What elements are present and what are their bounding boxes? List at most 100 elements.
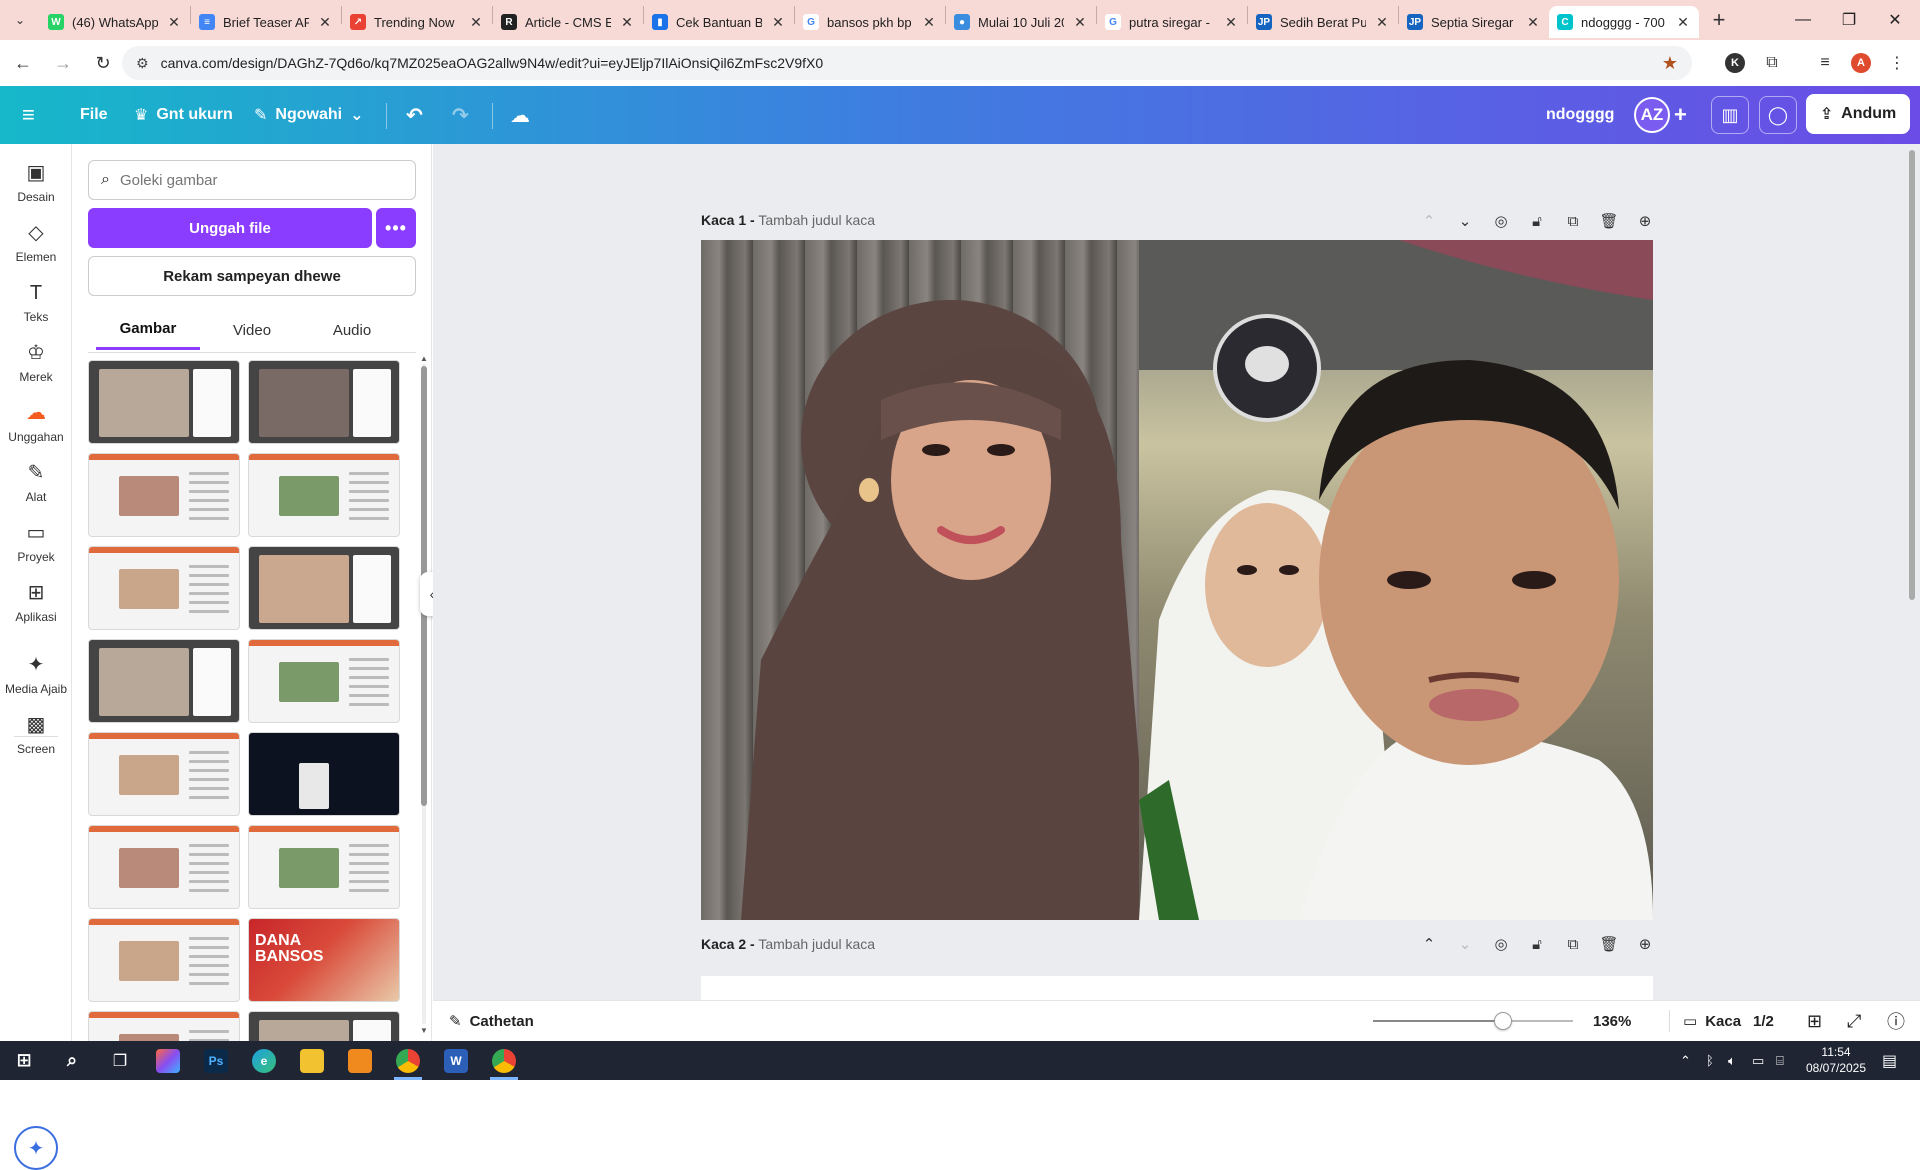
add-page-icon[interactable]: ⊕	[1631, 930, 1659, 958]
browser-tab[interactable]: R Article - CMS E ✕	[493, 6, 643, 38]
browser-tab[interactable]: ↗ Trending Now ✕	[342, 6, 492, 38]
design-name[interactable]: ndogggg	[1546, 86, 1614, 144]
undo-icon[interactable]: ↶	[406, 86, 423, 144]
invite-plus-icon[interactable]: +	[1674, 86, 1687, 144]
edit-mode-dropdown[interactable]: ✎ Ngowahi ⌄	[254, 86, 363, 144]
tab-audio[interactable]: Audio	[312, 310, 392, 350]
uploaded-image-thumb[interactable]	[248, 825, 400, 909]
app-orange-icon[interactable]	[336, 1041, 384, 1080]
cloud-save-icon[interactable]: ☁	[510, 86, 530, 144]
browser-tab[interactable]: ▮ Cek Bantuan B ✕	[644, 6, 794, 38]
uploaded-image-thumb[interactable]	[248, 732, 400, 816]
tab-close-icon[interactable]: ✕	[1223, 14, 1239, 31]
file-menu[interactable]: File	[80, 86, 108, 144]
reload-icon[interactable]: ↻	[86, 46, 120, 80]
back-icon[interactable]: ←	[6, 46, 40, 80]
move-up-icon[interactable]: ⌃	[1415, 207, 1443, 235]
menu-icon[interactable]: ≡	[22, 86, 35, 144]
uploaded-image-thumb[interactable]: DANA BANSOS	[248, 918, 400, 1002]
word-icon[interactable]: W	[432, 1041, 480, 1080]
move-down-icon[interactable]: ⌄	[1451, 930, 1479, 958]
comments-icon[interactable]: ◯	[1759, 96, 1797, 134]
record-yourself-button[interactable]: Rekam sampeyan dhewe	[88, 256, 416, 296]
browser-tab[interactable]: Gputra siregar - ✕	[1097, 6, 1247, 38]
user-avatar[interactable]: AZ	[1634, 97, 1670, 133]
bookmark-star-icon[interactable]: ★	[1662, 53, 1678, 74]
chrome-profile-icon[interactable]	[480, 1041, 528, 1080]
search-input[interactable]	[119, 171, 390, 189]
zoom-knob[interactable]	[1494, 1012, 1512, 1030]
rail-item-alat[interactable]: ✎ Alat	[0, 452, 72, 514]
delete-page-icon[interactable]: 🗑︎	[1595, 207, 1623, 235]
hide-page-icon[interactable]: ◎	[1487, 207, 1515, 235]
bluetooth-icon[interactable]: ᛒ	[1706, 1041, 1714, 1080]
resize-button[interactable]: ♛ Gnt ukurn	[134, 86, 233, 144]
tab-close-icon[interactable]: ✕	[1525, 14, 1541, 31]
extensions-icon[interactable]: ⧉	[1757, 48, 1787, 78]
new-tab-button[interactable]: +	[1703, 4, 1735, 36]
magic-assistant-icon[interactable]: ✦	[14, 1126, 58, 1170]
tab-images[interactable]: Gambar	[96, 310, 200, 350]
browser-tab[interactable]: W (46) WhatsApp ✕	[40, 6, 190, 38]
pages-button[interactable]: ▭ Kaca	[1683, 1001, 1741, 1041]
rail-item-screen[interactable]: ▩ Screen	[0, 704, 72, 766]
uploaded-image-thumb[interactable]	[88, 918, 240, 1002]
copilot-icon[interactable]	[144, 1041, 192, 1080]
browser-tab[interactable]: JP Septia Siregar ✕	[1399, 6, 1549, 38]
uploaded-image-thumb[interactable]	[88, 732, 240, 816]
more-options-button[interactable]: •••	[376, 208, 416, 248]
close-window-icon[interactable]: ✕	[1872, 0, 1918, 40]
browser-tab[interactable]: Cndogggg - 700 ✕	[1549, 6, 1699, 38]
add-page-icon[interactable]: ⊕	[1631, 207, 1659, 235]
browser-menu-icon[interactable]: ⋮	[1882, 48, 1912, 78]
browser-tab[interactable]: JP Sedih Berat Pu ✕	[1248, 6, 1398, 38]
browser-tab[interactable]: Gbansos pkh bp ✕	[795, 6, 945, 38]
canvas-scrollbar[interactable]	[1909, 150, 1915, 600]
tab-close-icon[interactable]: ✕	[1072, 14, 1088, 31]
address-bar[interactable]: ⚙ canva.com/design/DAGhZ-7Qd6o/kq7MZ025e…	[122, 46, 1692, 80]
restore-icon[interactable]: ❐	[1826, 0, 1872, 40]
lock-icon[interactable]: 🔓︎	[1523, 207, 1551, 235]
rail-item-teks[interactable]: T Teks	[0, 272, 72, 334]
uploaded-image-thumb[interactable]	[88, 360, 240, 444]
rail-item-media-ajaib[interactable]: ✦ Media Ajaib	[0, 644, 72, 706]
redo-icon[interactable]: ↷	[452, 86, 469, 144]
page-2-title[interactable]: Kaca 2 - Tambah judul kaca	[701, 936, 875, 952]
uploaded-image-thumb[interactable]	[248, 639, 400, 723]
rail-item-desain[interactable]: ▣ Desain	[0, 152, 72, 214]
tray-chevron-icon[interactable]: ⌃	[1680, 1041, 1691, 1080]
fullscreen-icon[interactable]: ⤢	[1847, 1001, 1861, 1041]
search-icon[interactable]: ⌕	[48, 1041, 96, 1080]
lock-icon[interactable]: 🔓︎	[1523, 930, 1551, 958]
move-down-icon[interactable]: ⌄	[1451, 207, 1479, 235]
tab-close-icon[interactable]: ✕	[770, 14, 786, 31]
uploaded-image-thumb[interactable]	[88, 1011, 240, 1041]
minimize-icon[interactable]: —	[1780, 0, 1826, 40]
tab-close-icon[interactable]: ✕	[921, 14, 937, 31]
volume-icon[interactable]: 🔈︎	[1728, 1041, 1736, 1080]
forward-icon[interactable]: →	[46, 46, 80, 80]
uploaded-image-thumb[interactable]	[248, 546, 400, 630]
uploaded-image-thumb[interactable]	[88, 825, 240, 909]
tab-close-icon[interactable]: ✕	[1675, 14, 1691, 31]
share-button[interactable]: ⇪ Andum	[1806, 94, 1910, 134]
rail-item-merek[interactable]: ♔ Merek	[0, 332, 72, 394]
tab-video[interactable]: Video	[212, 310, 292, 350]
duplicate-page-icon[interactable]: ⧉	[1559, 207, 1587, 235]
uploaded-image-thumb[interactable]	[88, 453, 240, 537]
site-info-icon[interactable]: ⚙	[136, 55, 149, 72]
insights-icon[interactable]: ▥	[1711, 96, 1749, 134]
media-controls-icon[interactable]: ≡	[1810, 48, 1840, 78]
help-icon[interactable]: ⓘ	[1887, 1001, 1905, 1041]
network-icon[interactable]: ⌸	[1776, 1041, 1784, 1080]
rail-item-elemen[interactable]: ◇ Elemen	[0, 212, 72, 274]
search-box[interactable]: ⌕	[88, 160, 416, 200]
hide-page-icon[interactable]: ◎	[1487, 930, 1515, 958]
panel-scrollbar[interactable]: ▲ ▼	[420, 354, 428, 1035]
tab-close-icon[interactable]: ✕	[468, 14, 484, 31]
upload-file-button[interactable]: Unggah file	[88, 208, 372, 248]
browser-tab[interactable]: ≡ Brief Teaser AP ✕	[191, 6, 341, 38]
duplicate-page-icon[interactable]: ⧉	[1559, 930, 1587, 958]
scroll-down-icon[interactable]: ▼	[420, 1026, 428, 1035]
uploaded-image-thumb[interactable]	[248, 1011, 400, 1041]
